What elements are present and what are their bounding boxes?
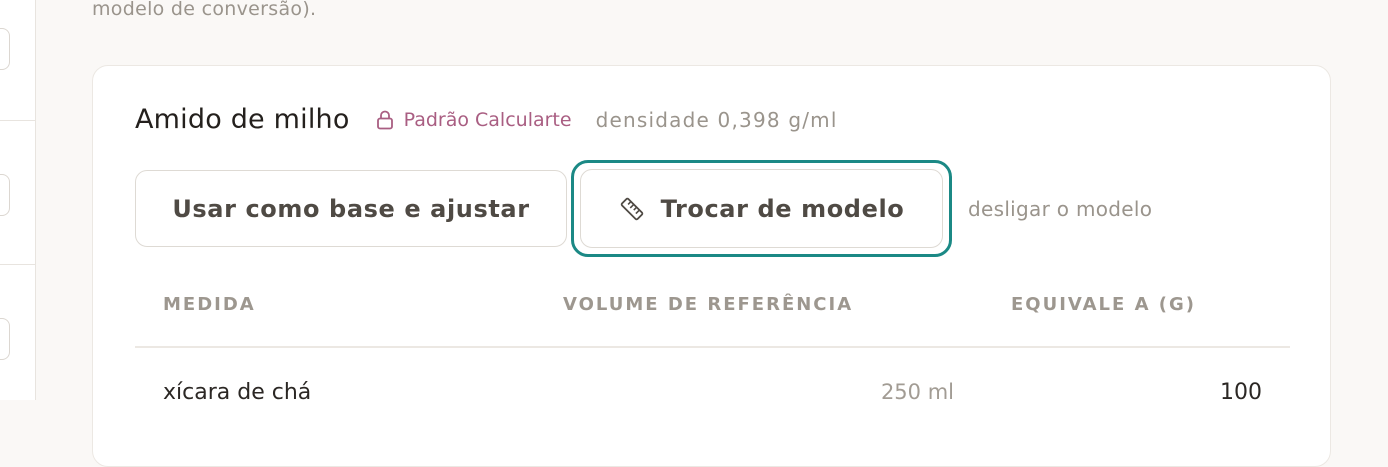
standard-badge: Padrão Calcularte: [376, 109, 572, 131]
action-row: Usar como base e ajustar Trocar de model…: [135, 160, 1152, 257]
conversion-table: MEDIDA VOLUME DE REFERÊNCIA EQUIVALE A (…: [135, 278, 1290, 418]
sidebar-field[interactable]: [0, 28, 10, 70]
sidebar-divider: [0, 120, 35, 121]
lock-icon: [376, 110, 393, 129]
ruler-icon: [620, 197, 643, 220]
swap-model-label: Trocar de modelo: [660, 194, 905, 223]
ingredient-header: Amido de milho Padrão Calcularte densida…: [135, 104, 838, 135]
column-header-medida: MEDIDA: [163, 294, 256, 315]
intro-text: modelo de conversão).: [92, 0, 317, 20]
column-header-equivale: EQUIVALE A (G): [1011, 294, 1197, 315]
cell-volume: 250 ml: [880, 380, 954, 404]
cell-medida: xícara de chá: [163, 380, 312, 405]
focus-ring: Trocar de modelo: [571, 160, 952, 257]
sidebar-field[interactable]: [0, 318, 10, 360]
use-as-base-button[interactable]: Usar como base e ajustar: [135, 170, 567, 247]
density-value: densidade 0,398 g/ml: [595, 107, 838, 132]
sidebar-field[interactable]: [0, 174, 10, 216]
disable-model-link[interactable]: desligar o modelo: [968, 197, 1152, 221]
cell-equivale[interactable]: 100: [1220, 380, 1262, 405]
left-sidebar: [0, 0, 36, 400]
ingredient-name: Amido de milho: [135, 104, 350, 135]
column-header-volume: VOLUME DE REFERÊNCIA: [563, 294, 854, 315]
table-header: MEDIDA VOLUME DE REFERÊNCIA EQUIVALE A (…: [135, 278, 1290, 348]
swap-model-button[interactable]: Trocar de modelo: [580, 169, 943, 248]
ingredient-card: Amido de milho Padrão Calcularte densida…: [92, 65, 1331, 467]
badge-label: Padrão Calcularte: [403, 108, 572, 131]
table-row: xícara de chá 250 ml 100: [135, 348, 1290, 418]
sidebar-divider: [0, 264, 35, 265]
